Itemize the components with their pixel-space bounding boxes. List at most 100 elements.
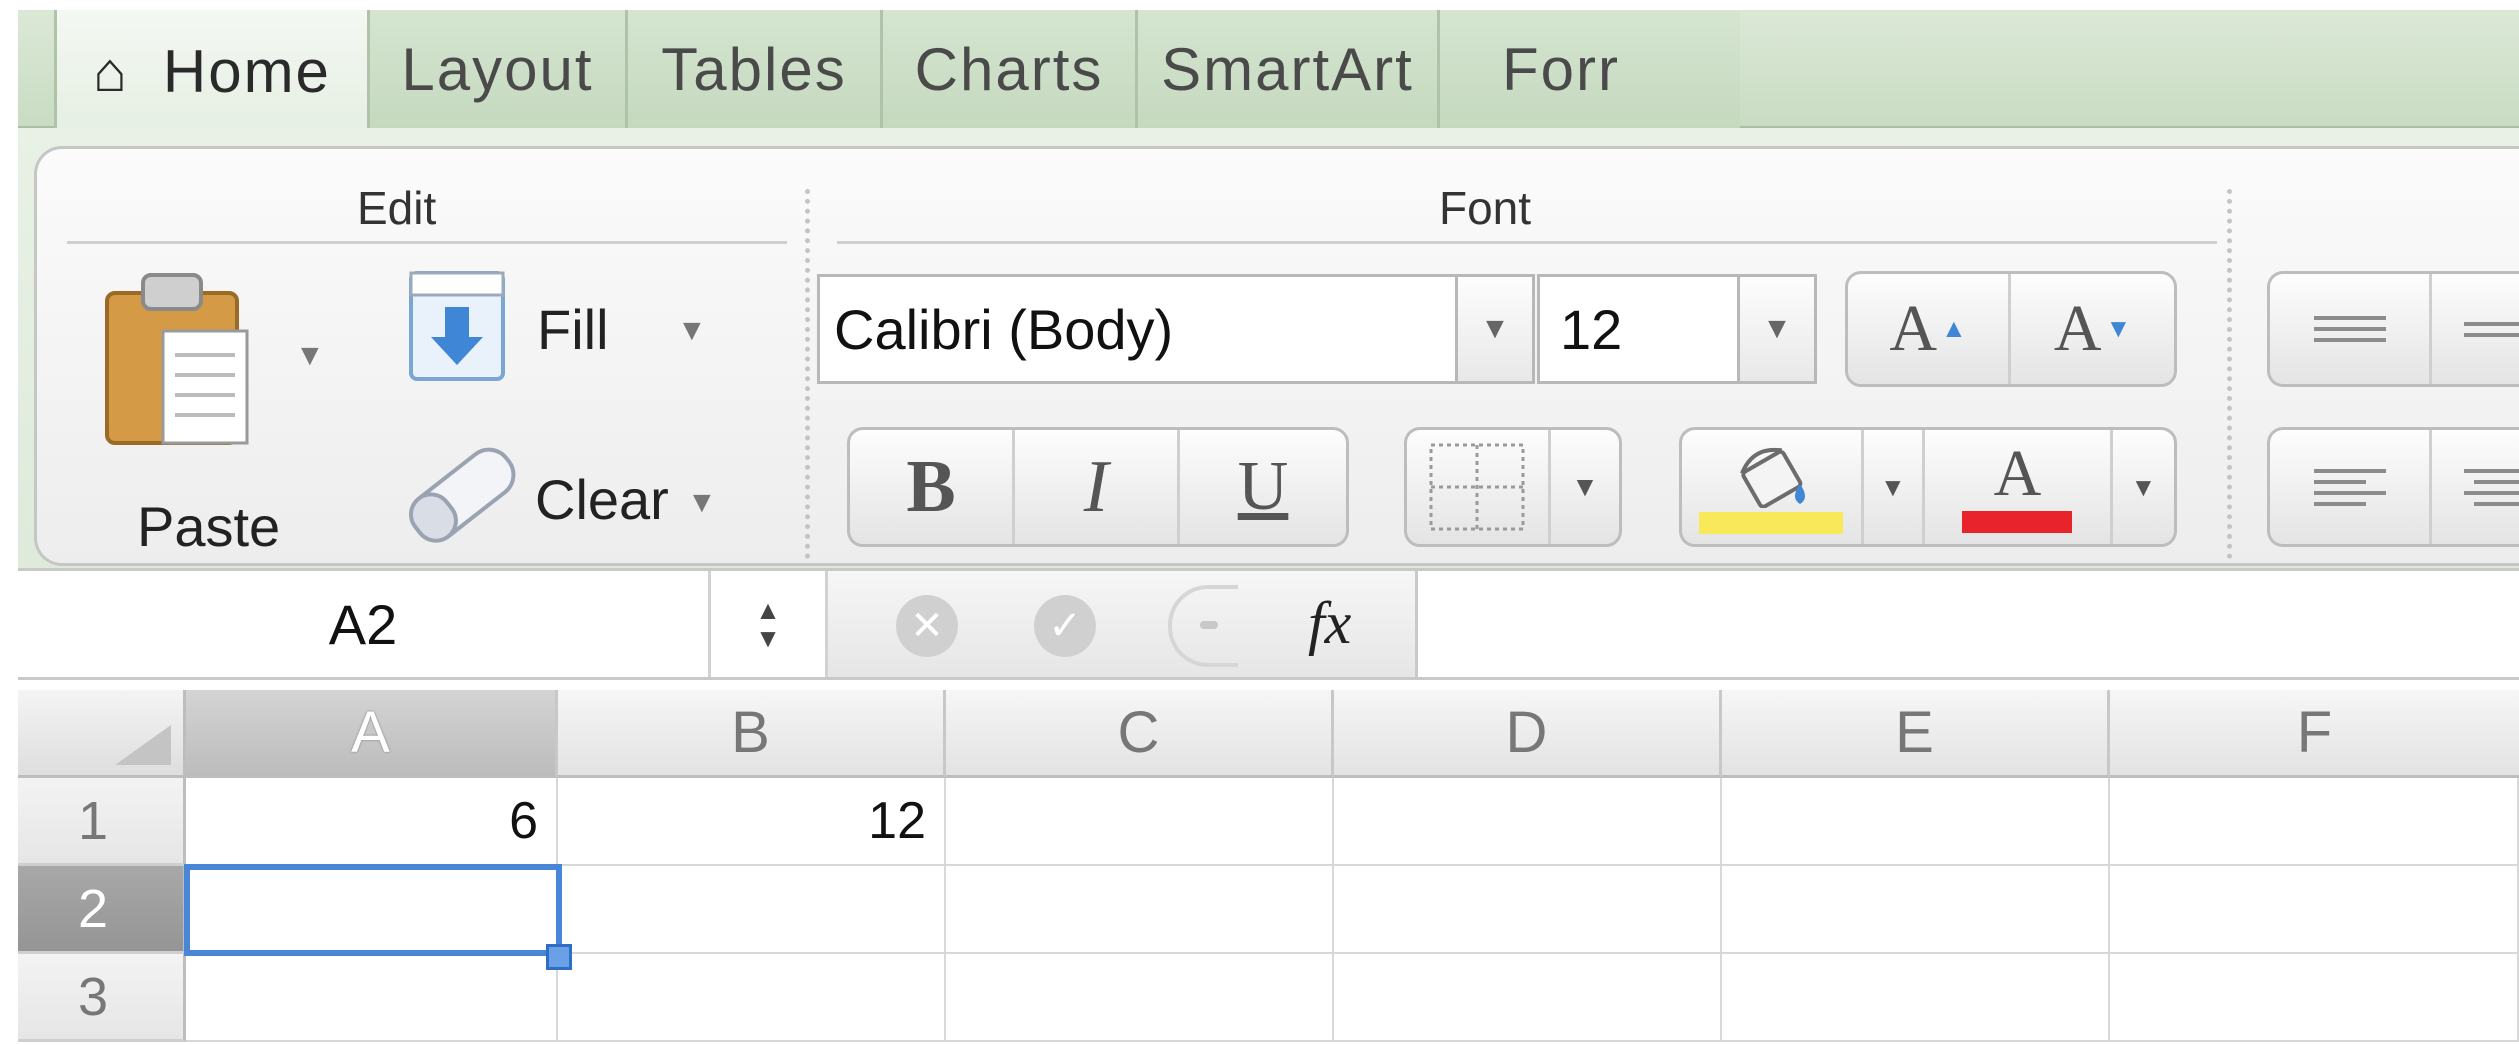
cell-b3[interactable] (558, 954, 946, 1042)
font-size-dropdown[interactable]: ▼ (1737, 274, 1817, 384)
bold-button[interactable]: B (850, 430, 1016, 544)
align-left-button[interactable] (2270, 430, 2433, 544)
formula-input[interactable] (1418, 571, 2518, 677)
shrink-font-button[interactable]: A ▼ (2011, 274, 2174, 384)
select-all-corner[interactable] (18, 690, 186, 778)
cell-b2[interactable] (558, 866, 946, 954)
align-center-button[interactable] (2432, 430, 2519, 544)
underline-button[interactable]: U (1180, 430, 1346, 544)
cell-a2[interactable] (186, 866, 558, 954)
tab-home[interactable]: ⌂ Home (54, 10, 370, 132)
tab-charts-label: Charts (914, 35, 1104, 103)
fill-down-icon (409, 271, 505, 381)
column-header-c[interactable]: C (946, 690, 1334, 778)
confirm-entry-icon[interactable]: ✓ (1034, 595, 1096, 657)
cell-a1[interactable]: 6 (186, 778, 558, 866)
paste-options-caret[interactable]: ▼ (295, 339, 325, 373)
color-group: ▼ A ▼ (1679, 427, 2177, 547)
ribbon: Edit Paste ▼ Fill ▼ Clear ▼ Font Calibri… (18, 128, 2519, 568)
chevron-down-icon: ▼ (1571, 471, 1599, 502)
font-color-dropdown[interactable]: ▼ (2113, 430, 2174, 544)
grow-font-button[interactable]: A ▲ (1848, 274, 2012, 384)
borders-group: ▼ (1404, 427, 1622, 547)
cell-e2[interactable] (1722, 866, 2110, 954)
fx-label[interactable]: fx (1308, 589, 1351, 658)
column-header-e[interactable]: E (1722, 690, 2110, 778)
align-center-icon (2463, 468, 2519, 506)
cell-d1[interactable] (1334, 778, 1722, 866)
triangle-down-icon: ▼ (2105, 314, 2132, 343)
formula-bar: A2 ▲ ▼ ✕ ✓ fx (18, 568, 2519, 680)
cell-c1[interactable] (946, 778, 1334, 866)
row-header-3[interactable]: 3 (18, 954, 186, 1042)
tab-tables-label: Tables (661, 35, 847, 103)
fill-color-dropdown[interactable]: ▼ (1864, 430, 1926, 544)
row-header-2[interactable]: 2 (18, 866, 186, 954)
group-separator (805, 189, 810, 559)
borders-button[interactable] (1407, 430, 1551, 544)
cell-f2[interactable] (2110, 866, 2519, 954)
font-group-title: Font (1439, 182, 1532, 234)
name-box[interactable]: A2 (18, 571, 708, 677)
horizontal-align-group (2267, 427, 2519, 547)
chevron-down-icon: ▼ (1762, 312, 1792, 345)
cell-a3[interactable] (186, 954, 558, 1042)
shrink-font-label: A (2053, 292, 2102, 365)
clear-options-caret[interactable]: ▼ (687, 486, 717, 520)
triangle-up-icon: ▲ (1940, 314, 1967, 343)
clear-label: Clear (535, 468, 669, 531)
italic-button[interactable]: I (1015, 430, 1181, 544)
align-top-icon (2313, 316, 2386, 342)
cell-e3[interactable] (1722, 954, 2110, 1042)
font-color-label: A (1993, 437, 2042, 510)
cell-f1[interactable] (2110, 778, 2519, 866)
tab-smartart[interactable]: SmartArt (1138, 10, 1440, 128)
tab-formulas[interactable]: Forr (1440, 10, 1740, 128)
grow-font-label: A (1889, 292, 1937, 365)
home-icon: ⌂ (93, 39, 129, 103)
paint-bucket-icon (1740, 447, 1806, 508)
row-header-1[interactable]: 1 (18, 778, 186, 866)
align-middle-button[interactable] (2432, 274, 2519, 384)
cell-c3[interactable] (946, 954, 1334, 1042)
cell-f3[interactable] (2110, 954, 2519, 1042)
cell-b1[interactable]: 12 (558, 778, 946, 866)
cell-d2[interactable] (1334, 866, 1722, 954)
fill-color-swatch (1699, 512, 1844, 534)
column-header-a[interactable]: A (186, 690, 558, 778)
fill-options-caret[interactable]: ▼ (677, 314, 707, 348)
fill-handle[interactable] (546, 944, 572, 970)
chevron-down-icon: ▼ (1480, 312, 1510, 345)
fill-color-button[interactable] (1682, 430, 1864, 544)
cell-e1[interactable] (1722, 778, 2110, 866)
font-color-button[interactable]: A (1925, 430, 2113, 544)
font-size-field[interactable]: 12 (1537, 274, 1737, 384)
font-group-rule (837, 241, 2217, 244)
column-header-f[interactable]: F (2110, 690, 2519, 778)
eraser-icon (408, 447, 516, 543)
font-name-field[interactable]: Calibri (Body) (817, 274, 1457, 384)
underline-label: U (1237, 448, 1289, 525)
borders-dropdown[interactable]: ▼ (1551, 430, 1619, 544)
excel-window: ⌂ Home Layout Tables Charts SmartArt For… (0, 0, 2519, 1045)
cell-c2[interactable] (946, 866, 1334, 954)
cancel-entry-icon[interactable]: ✕ (896, 595, 958, 657)
cell-d3[interactable] (1334, 954, 1722, 1042)
text-style-group: B I U (847, 427, 1349, 547)
name-box-stepper[interactable]: ▲ ▼ (708, 571, 828, 677)
column-header-b[interactable]: B (558, 690, 946, 778)
tab-tables[interactable]: Tables (628, 10, 883, 128)
edit-group-rule (67, 241, 787, 244)
tab-layout[interactable]: Layout (370, 10, 628, 128)
edit-group-title: Edit (357, 182, 437, 234)
align-top-button[interactable] (2270, 274, 2433, 384)
vertical-align-group (2267, 271, 2519, 387)
tab-charts[interactable]: Charts (883, 10, 1138, 128)
italic-label: I (1083, 445, 1109, 528)
group-separator (2227, 189, 2232, 559)
tab-formulas-label: Forr (1502, 35, 1620, 103)
font-name-dropdown[interactable]: ▼ (1455, 274, 1535, 384)
column-header-d[interactable]: D (1334, 690, 1722, 778)
formula-builder-icon[interactable] (1168, 585, 1238, 667)
clipboard-icon (105, 273, 249, 445)
